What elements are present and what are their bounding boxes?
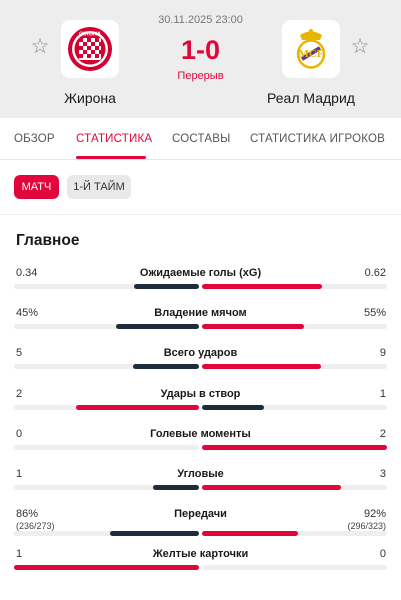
stat-row: 1 Угловые 3 bbox=[0, 468, 401, 498]
stat-away-value: 55% bbox=[363, 307, 386, 320]
stat-label: Угловые bbox=[177, 468, 224, 480]
away-stat-bar-track bbox=[202, 565, 387, 571]
away-stat-bar bbox=[202, 364, 321, 370]
stat-label: Желтые карточки bbox=[152, 548, 249, 561]
away-stat-bar-track bbox=[202, 284, 387, 289]
stat-label: Голевые моменты bbox=[150, 427, 251, 440]
stat-home-value: 86% bbox=[16, 508, 39, 521]
home-stat-bar-track bbox=[14, 404, 199, 410]
away-stat-bar bbox=[202, 531, 298, 537]
home-stat-bar bbox=[133, 364, 199, 370]
stat-away-value: 2 bbox=[379, 427, 386, 440]
tab-lineups[interactable]: СОСТАВЫ bbox=[172, 133, 231, 145]
stat-away-value: 92% bbox=[363, 508, 386, 521]
stat-label: Владение мячом bbox=[154, 307, 247, 320]
away-team-logo[interactable]: MCF bbox=[282, 20, 340, 78]
home-stat-bar bbox=[116, 324, 199, 330]
favorite-home-star-icon[interactable]: ☆ bbox=[29, 36, 51, 58]
stat-label: Удары в створ bbox=[160, 387, 241, 400]
match-score: 1-0 bbox=[180, 35, 221, 65]
away-stat-bar bbox=[202, 485, 341, 490]
stat-away-value: 1 bbox=[379, 387, 386, 400]
svg-text:MCF: MCF bbox=[298, 48, 323, 60]
home-stat-bar-track bbox=[14, 364, 199, 370]
away-stat-bar-track bbox=[202, 444, 387, 450]
stat-row: 1 Желтые карточки 0 bbox=[0, 548, 401, 578]
section-title: Главное bbox=[16, 232, 80, 249]
home-stat-bar bbox=[110, 531, 199, 537]
home-stat-bar bbox=[14, 565, 199, 571]
home-stat-bar-track bbox=[14, 324, 199, 330]
away-stat-bar-track bbox=[202, 364, 387, 370]
home-stat-bar-track bbox=[14, 444, 199, 450]
stat-home-value: 1 bbox=[16, 548, 23, 561]
stat-away-subvalue: (296/323) bbox=[347, 521, 386, 532]
away-stat-bar-track bbox=[202, 324, 387, 330]
tab-overview[interactable]: ОБЗОР bbox=[14, 133, 55, 145]
away-stat-bar bbox=[202, 444, 387, 450]
stat-label: Передачи bbox=[174, 508, 227, 521]
away-stat-bar-track bbox=[202, 485, 387, 490]
filter-first-half-button[interactable]: 1-Й ТАЙМ bbox=[67, 175, 131, 199]
stat-home-subvalue: (236/273) bbox=[16, 521, 55, 532]
stat-row: 86% Передачи 92% (236/273) (296/323) bbox=[0, 508, 401, 538]
tab-statistics[interactable]: СТАТИСТИКА bbox=[76, 133, 152, 145]
away-stat-bar bbox=[202, 404, 264, 410]
match-datetime: 30.11.2025 23:00 bbox=[158, 14, 243, 26]
section-divider bbox=[0, 214, 401, 215]
away-stat-bar-track bbox=[202, 531, 387, 537]
stat-away-value: 9 bbox=[379, 347, 386, 360]
home-stat-bar-track bbox=[14, 485, 199, 490]
stat-row: 0.34 Ожидаемые голы (xG) 0.62 bbox=[0, 267, 401, 297]
away-stat-bar-track bbox=[202, 404, 387, 410]
stat-label: Всего ударов bbox=[163, 347, 238, 360]
match-status: Перерыв bbox=[177, 70, 224, 82]
stat-home-value: 0 bbox=[16, 427, 23, 440]
tab-player-statistics[interactable]: СТАТИСТИКА ИГРОКОВ bbox=[250, 133, 385, 145]
home-team-name[interactable]: Жирона bbox=[10, 90, 170, 106]
away-stat-bar bbox=[202, 324, 304, 330]
home-stat-bar bbox=[76, 404, 199, 410]
girona-crest-text: GIRONA bbox=[79, 32, 101, 38]
active-tab-indicator bbox=[76, 156, 146, 159]
stat-home-value: 0.34 bbox=[16, 267, 38, 279]
home-stat-bar bbox=[153, 485, 199, 490]
match-header: 30.11.2025 23:00 ☆ GIRONA 1-0 Перерыв MC… bbox=[0, 0, 401, 118]
home-team-logo[interactable]: GIRONA bbox=[61, 20, 119, 78]
stat-row: 0 Голевые моменты 2 bbox=[0, 428, 401, 458]
away-team-name[interactable]: Реал Мадрид bbox=[231, 90, 391, 106]
stat-home-value: 45% bbox=[16, 307, 39, 320]
match-tabs: ОБЗОР СТАТИСТИКА СОСТАВЫ СТАТИСТИКА ИГРО… bbox=[0, 118, 401, 160]
stat-away-value: 3 bbox=[379, 468, 386, 480]
stat-away-value: 0.62 bbox=[364, 267, 386, 279]
favorite-away-star-icon[interactable]: ☆ bbox=[349, 36, 371, 58]
stat-away-value: 0 bbox=[379, 548, 386, 561]
stat-row: 2 Удары в створ 1 bbox=[0, 388, 401, 418]
stat-home-value: 2 bbox=[16, 387, 23, 400]
home-stat-bar-track bbox=[14, 531, 199, 537]
stat-label: Ожидаемые голы (xG) bbox=[139, 267, 262, 279]
real-madrid-crest-icon: MCF bbox=[296, 29, 326, 69]
filter-match-button[interactable]: МАТЧ bbox=[14, 175, 59, 199]
stat-home-value: 5 bbox=[16, 347, 23, 360]
stat-row: 5 Всего ударов 9 bbox=[0, 347, 401, 377]
girona-crest-icon: GIRONA bbox=[68, 27, 112, 71]
stat-row: 45% Владение мячом 55% bbox=[0, 307, 401, 337]
home-stat-bar bbox=[134, 284, 199, 289]
away-stat-bar bbox=[202, 284, 322, 289]
stat-home-value: 1 bbox=[16, 468, 23, 480]
home-stat-bar-track bbox=[14, 284, 199, 289]
home-stat-bar-track bbox=[14, 565, 199, 571]
